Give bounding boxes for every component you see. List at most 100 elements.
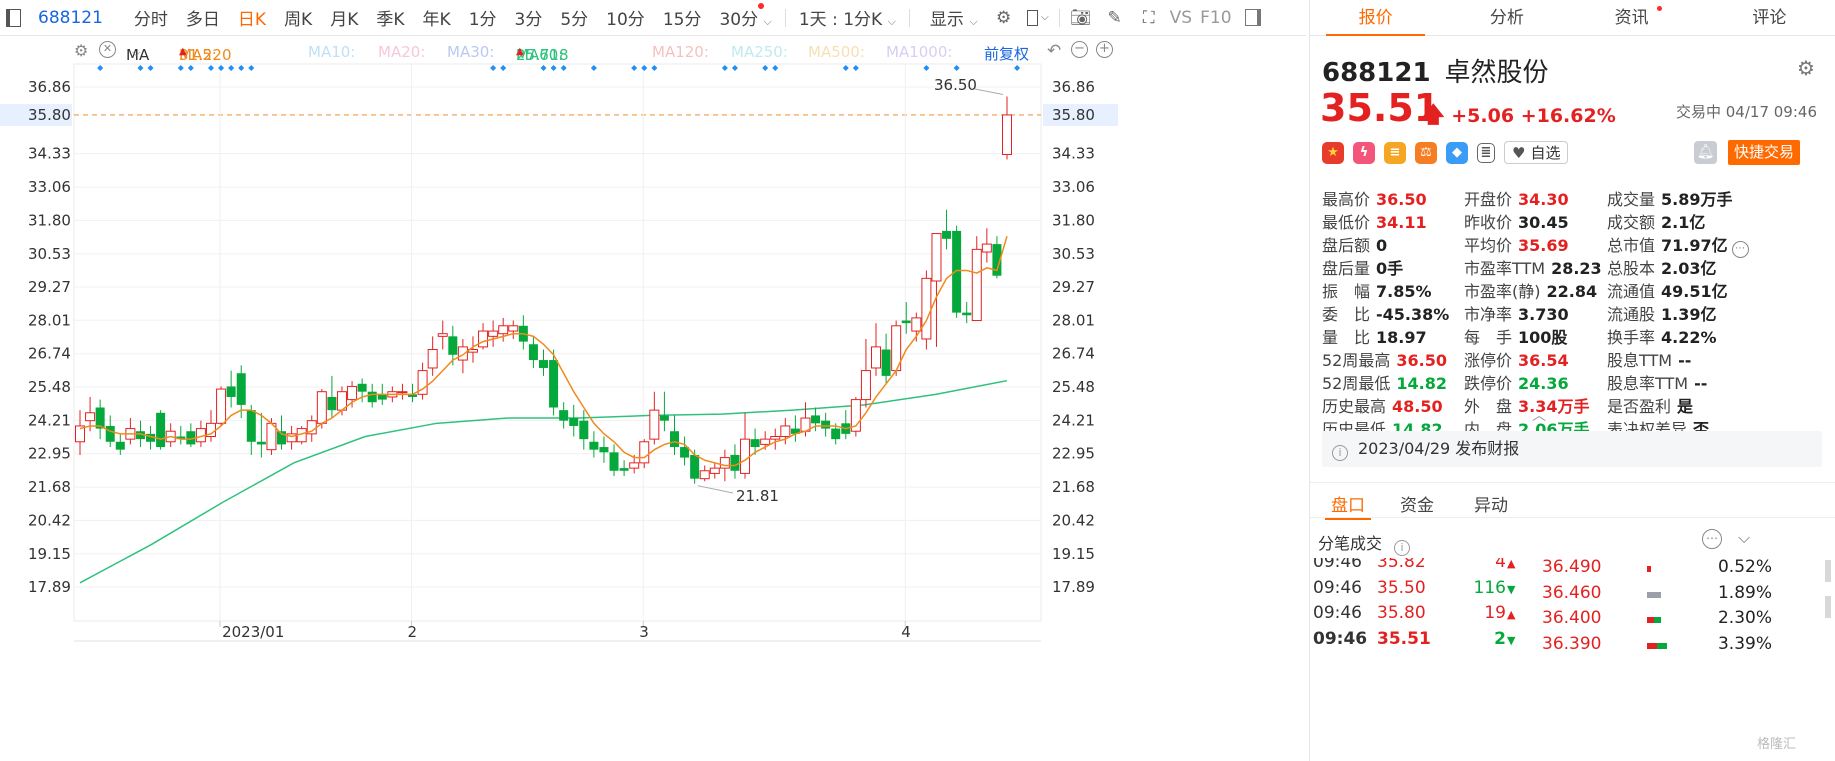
y-tick-label: 29.27 bbox=[1052, 278, 1095, 296]
fullscreen-icon[interactable]: ⛶ bbox=[1138, 7, 1160, 29]
tab-news[interactable]: 资讯 bbox=[1573, 0, 1704, 35]
tab-quote[interactable]: 报价 bbox=[1310, 0, 1441, 36]
event-marker bbox=[953, 65, 960, 71]
event-marker bbox=[490, 65, 497, 71]
depth-price: 36.460 bbox=[1542, 582, 1602, 603]
tab-analysis[interactable]: 分析 bbox=[1441, 0, 1572, 35]
panel-settings-icon[interactable]: ⚙ bbox=[1797, 58, 1817, 78]
quote-value: 22.84 bbox=[1546, 282, 1598, 301]
y-tick-label: 36.86 bbox=[1052, 78, 1095, 96]
collapse-chevron-icon[interactable]: ︿ bbox=[1532, 405, 1546, 425]
y-tick-label: 30.53 bbox=[28, 245, 71, 263]
tab-orderbook[interactable]: 盘口 bbox=[1325, 491, 1371, 520]
tab-comments[interactable]: 评论 bbox=[1704, 0, 1835, 35]
quote-panel: 报价 分析 资讯 评论 688121 卓然股份 ⚙ 35.51 🡅 +5.06 +… bbox=[1309, 0, 1835, 761]
y-tick-label: 17.89 bbox=[28, 578, 71, 596]
tab-movement[interactable]: 异动 bbox=[1474, 491, 1508, 516]
depth-row: 36.490 0.52% bbox=[1542, 557, 1832, 583]
quote-label: 委 比 bbox=[1322, 305, 1371, 324]
info-icon[interactable]: i bbox=[1394, 540, 1411, 556]
more-icon[interactable]: ⋯ bbox=[1702, 529, 1722, 549]
scrollbar[interactable] bbox=[1824, 560, 1832, 760]
y-tick-label: 19.15 bbox=[28, 545, 71, 563]
candle-body bbox=[931, 233, 942, 282]
event-marker bbox=[147, 65, 154, 71]
current-price-label: 35.80 bbox=[28, 106, 71, 124]
tick-time: 09:46 bbox=[1313, 603, 1362, 623]
quote-item: 平均价 35.69 bbox=[1464, 232, 1569, 255]
more-icon[interactable]: ⋯ bbox=[1731, 241, 1749, 258]
quote-label: 换手率 bbox=[1607, 328, 1656, 347]
tab-news-label: 资讯 bbox=[1614, 8, 1649, 28]
alert-bell-icon[interactable]: 🔔︎ bbox=[1694, 141, 1717, 164]
expand-icon[interactable]: ⌵ bbox=[1738, 528, 1750, 548]
quote-label: 52周最高 bbox=[1322, 351, 1391, 370]
candle-body bbox=[750, 439, 760, 448]
coin-stack-icon[interactable]: ≡ bbox=[1384, 141, 1406, 164]
quote-item: 换手率 4.22% bbox=[1607, 324, 1717, 347]
event-marker bbox=[731, 65, 738, 71]
candle-body bbox=[357, 383, 367, 392]
quote-item: 股息率TTM -- bbox=[1607, 370, 1707, 393]
depth-bar bbox=[1647, 617, 1654, 623]
tag-icon[interactable]: ◆ bbox=[1446, 141, 1468, 164]
quote-label: 开盘价 bbox=[1464, 190, 1513, 209]
y-tick-label: 29.27 bbox=[28, 278, 71, 296]
quick-trade-button[interactable]: 快捷交易 bbox=[1728, 140, 1800, 165]
candle-body bbox=[760, 438, 771, 445]
candle-body bbox=[619, 468, 629, 471]
lightning-icon[interactable]: ϟ bbox=[1353, 141, 1375, 164]
quote-label: 盘后额 bbox=[1322, 236, 1371, 255]
y-tick-label: 21.68 bbox=[1052, 478, 1095, 496]
event-marker bbox=[228, 65, 235, 71]
y-tick-label: 31.80 bbox=[28, 211, 71, 229]
add-watchlist-button[interactable]: ♥ 自选 bbox=[1504, 141, 1569, 164]
quote-item: 总股本 2.03亿 bbox=[1607, 255, 1717, 278]
y-tick-label: 22.95 bbox=[28, 445, 71, 463]
f10-button[interactable]: F10 bbox=[1196, 8, 1235, 28]
quote-item: 历史最高 48.50 bbox=[1322, 393, 1443, 416]
quote-item: 开盘价 34.30 bbox=[1464, 186, 1569, 209]
stock-code: 688121 bbox=[1322, 58, 1431, 88]
quote-item: 涨停价 36.54 bbox=[1464, 347, 1569, 370]
vs-compare-button[interactable]: VS bbox=[1166, 8, 1196, 28]
panel-collapse-icon[interactable] bbox=[1242, 7, 1264, 29]
earnings-notice[interactable]: i 2023/04/29 发布财报 bbox=[1322, 431, 1822, 467]
kline-chart[interactable]: 36.86 34.33 33.06 31.80 30.53 29.27 28.01 26.74… bbox=[0, 0, 1120, 761]
event-marker bbox=[177, 65, 184, 71]
quote-label: 流通股 bbox=[1607, 305, 1656, 324]
depth-price: 36.390 bbox=[1542, 633, 1602, 654]
quote-value: 0手 bbox=[1376, 259, 1404, 278]
candle-body bbox=[821, 420, 831, 429]
candle-body bbox=[911, 317, 922, 332]
quote-value: 2.03亿 bbox=[1661, 259, 1717, 278]
quote-label: 股息TTM bbox=[1607, 351, 1673, 370]
y-tick-label: 33.06 bbox=[28, 178, 71, 196]
scale-icon[interactable]: ⚖ bbox=[1415, 141, 1437, 164]
depth-bar bbox=[1647, 642, 1658, 649]
quote-value: 36.54 bbox=[1518, 351, 1569, 370]
quote-value: 3.34万手 bbox=[1518, 397, 1590, 416]
y-tick-label: 22.95 bbox=[1052, 445, 1095, 463]
quote-value: 71.97亿 bbox=[1661, 236, 1728, 255]
candle-body bbox=[962, 312, 972, 316]
candle-body bbox=[649, 409, 660, 440]
tick-volume: 2 bbox=[1494, 628, 1506, 649]
candle-body bbox=[942, 230, 952, 239]
quote-label: 平均价 bbox=[1464, 236, 1513, 255]
x-tick-label: 4 bbox=[901, 623, 911, 641]
candle-body bbox=[719, 457, 730, 469]
candle-body bbox=[629, 462, 640, 469]
candle-body bbox=[528, 344, 538, 361]
quote-label: 市净率 bbox=[1464, 305, 1513, 324]
y-tick-label: 26.74 bbox=[28, 345, 71, 363]
quote-item: 跌停价 24.36 bbox=[1464, 370, 1569, 393]
event-marker bbox=[631, 65, 638, 71]
event-marker bbox=[248, 65, 255, 71]
tab-capital[interactable]: 资金 bbox=[1400, 491, 1434, 516]
document-icon[interactable]: ≣ bbox=[1477, 142, 1495, 163]
quote-tabs: 报价 分析 资讯 评论 bbox=[1310, 0, 1835, 36]
china-flag-icon[interactable]: ★ bbox=[1322, 141, 1344, 164]
candle-body bbox=[427, 349, 438, 369]
event-marker bbox=[218, 65, 225, 71]
